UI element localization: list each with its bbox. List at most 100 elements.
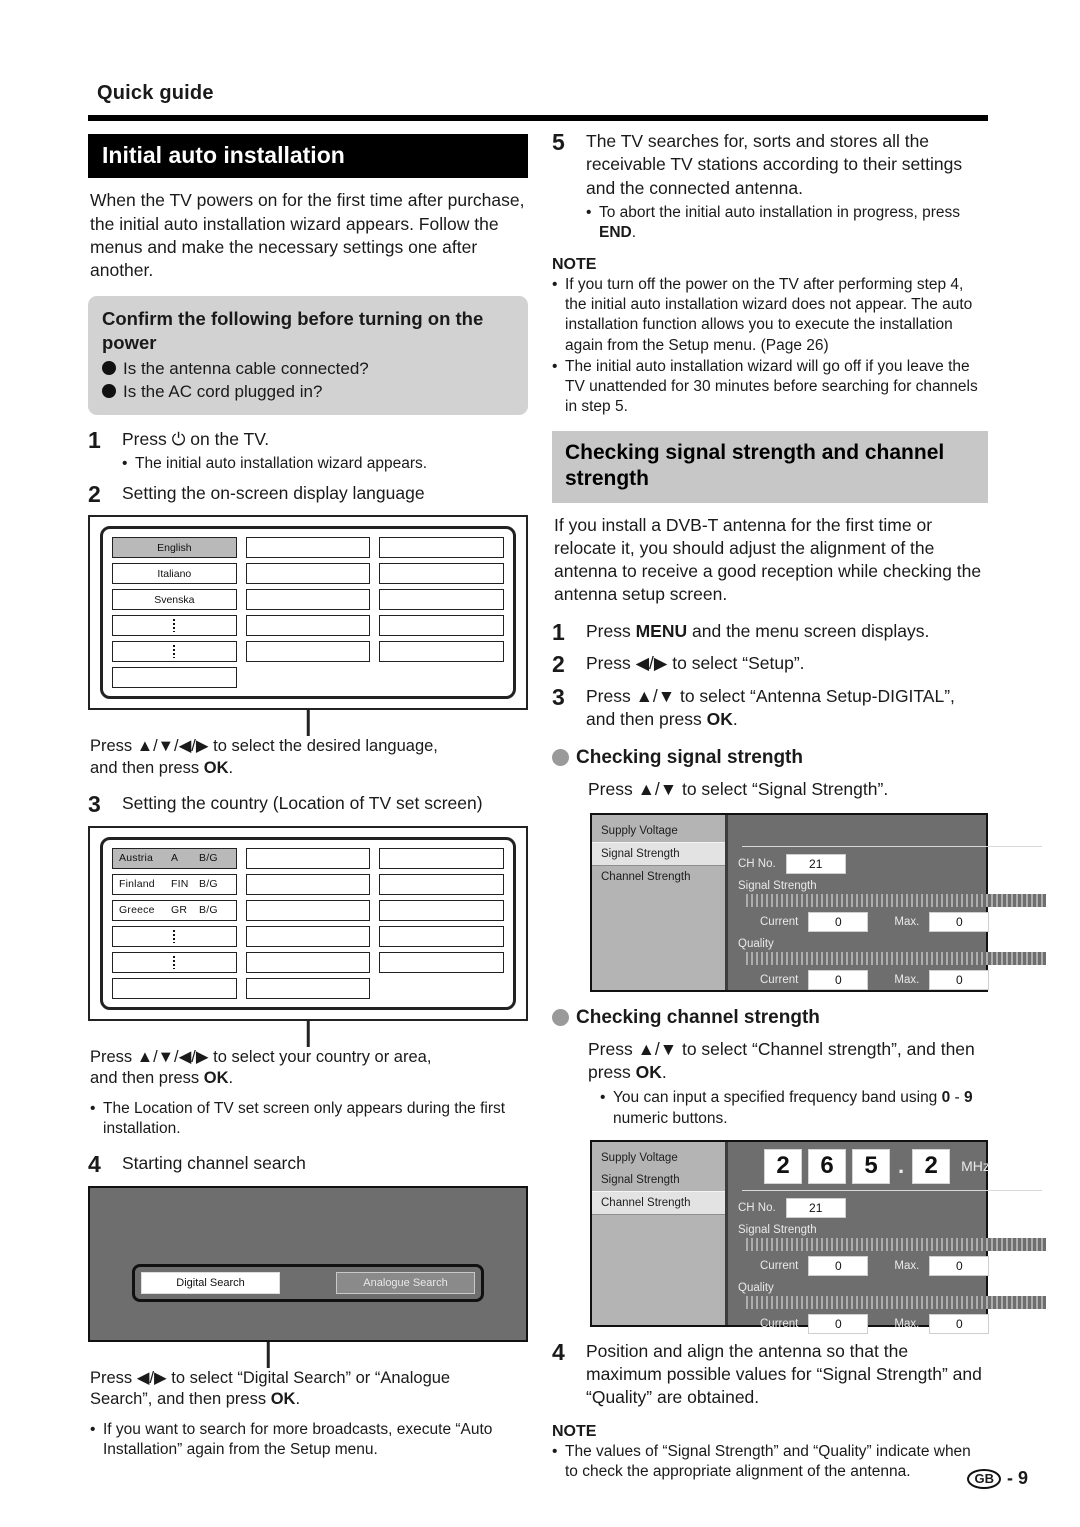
language-option-placeholder[interactable] xyxy=(245,641,371,663)
language-option-placeholder[interactable] xyxy=(379,615,505,637)
country-option-placeholder[interactable] xyxy=(112,951,237,973)
country-bullet: • The Location of TV set screen only app… xyxy=(88,1099,528,1139)
country-option-placeholder[interactable] xyxy=(379,925,505,947)
country-option-placeholder[interactable] xyxy=(245,847,371,869)
bullet-icon: • xyxy=(600,1089,606,1107)
language-option-placeholder[interactable] xyxy=(379,537,505,559)
step-number: 2 xyxy=(88,480,101,507)
country-option-placeholder[interactable] xyxy=(245,925,371,947)
language-option-placeholder[interactable] xyxy=(112,641,237,663)
osd-menu-item-supply-voltage[interactable]: Supply Voltage xyxy=(592,820,725,842)
search-type-bar: Digital Search Analogue Search xyxy=(132,1263,484,1302)
step-number: 3 xyxy=(552,684,565,711)
country-option-placeholder[interactable] xyxy=(379,951,505,973)
country-caption-line2: and then press xyxy=(90,1069,204,1088)
digital-search-button[interactable]: Digital Search xyxy=(141,1271,280,1294)
channel-bullet-text: You can input a specified frequency band… xyxy=(613,1088,988,1128)
language-option-italiano[interactable]: Italiano xyxy=(112,563,237,585)
language-option-placeholder[interactable] xyxy=(379,563,505,585)
channel-bullet-digit-0: 0 xyxy=(941,1089,951,1107)
country-option-placeholder[interactable] xyxy=(379,873,505,895)
language-option-placeholder[interactable] xyxy=(112,615,237,637)
language-option-english[interactable]: English xyxy=(112,537,237,559)
step-text-pre: Press ▲/▼ to select “Antenna Setup-DIGIT… xyxy=(586,686,955,730)
step-body: Position and align the antenna so that t… xyxy=(586,1340,982,1408)
section-title-checking-signal-strength: Checking signal strength and channel str… xyxy=(552,431,988,503)
region-badge: GB xyxy=(967,1468,1001,1489)
country-option-placeholder[interactable] xyxy=(245,977,371,999)
language-screen-inner: English Italiano Svenska xyxy=(100,526,516,700)
osd-menu-item-supply-voltage[interactable]: Supply Voltage xyxy=(592,1147,725,1169)
language-option-placeholder[interactable] xyxy=(245,615,371,637)
tv-screen-mock: Digital Search Analogue Search xyxy=(88,1185,528,1342)
note-item: • The values of “Signal Strength” and “Q… xyxy=(552,1442,988,1482)
country-code: FIN xyxy=(171,878,189,891)
language-option-svenska[interactable]: Svenska xyxy=(112,589,237,611)
frequency-digit-3[interactable]: 5 xyxy=(852,1148,890,1184)
osd-menu-list: Supply Voltage Signal Strength Channel S… xyxy=(592,814,728,990)
step-body: The TV searches for, sorts and stores al… xyxy=(586,130,988,243)
country-option-placeholder[interactable] xyxy=(112,977,237,999)
osd-menu-item-signal-strength[interactable]: Signal Strength xyxy=(592,1169,725,1191)
country-option-placeholder[interactable] xyxy=(379,899,505,921)
language-option-placeholder[interactable] xyxy=(379,589,505,611)
osd-max-value: 0 xyxy=(929,970,990,991)
osd-quality-values-row: Current 0 Max. 0 xyxy=(738,1314,1046,1335)
step-body: Setting the on-screen display language xyxy=(122,482,528,508)
country-option-greece[interactable]: Greece GR B/G xyxy=(112,899,237,921)
bullet-bold-end: END xyxy=(599,223,632,241)
language-caption-line1: Press ▲/▼/◀/▶ to select the desired lang… xyxy=(90,737,438,756)
note-list-1: • If you turn off the power on the TV af… xyxy=(552,275,988,417)
osd-current-value: 0 xyxy=(808,912,869,933)
bullet-circle-icon xyxy=(552,1009,569,1027)
frequency-digit-4[interactable]: 2 xyxy=(912,1148,951,1184)
country-option-austria[interactable]: Austria A B/G xyxy=(112,847,237,869)
language-option-placeholder[interactable] xyxy=(245,537,371,559)
country-option-placeholder[interactable] xyxy=(245,873,371,895)
subhead-checking-signal-strength: Checking signal strength xyxy=(552,747,988,769)
search-caption-period: . xyxy=(295,1390,301,1409)
osd-menu-item-channel-strength[interactable]: Channel Strength xyxy=(592,1190,725,1215)
confirm-callout-heading: Confirm the following before turning on … xyxy=(102,308,484,353)
bullet-icon: • xyxy=(552,357,558,375)
country-name: Greece xyxy=(119,904,155,917)
language-option-placeholder[interactable] xyxy=(379,641,505,663)
analogue-search-button[interactable]: Analogue Search xyxy=(336,1271,475,1294)
country-caption-ok: OK xyxy=(203,1069,229,1088)
step-text-post: . xyxy=(732,709,738,730)
country-caption-period: . xyxy=(228,1069,234,1088)
country-option-placeholder[interactable] xyxy=(112,925,237,947)
country-option-finland[interactable]: Finland FIN B/G xyxy=(112,873,237,895)
language-option-placeholder[interactable] xyxy=(245,589,371,611)
step-number: 1 xyxy=(88,427,101,454)
osd-signal-values-row: Current 0 Max. 0 xyxy=(738,912,1046,933)
bullet-icon: • xyxy=(90,1099,96,1117)
osd-ch-no-value[interactable]: 21 xyxy=(785,854,846,875)
osd-max-value: 0 xyxy=(929,912,990,933)
country-option-placeholder[interactable] xyxy=(245,899,371,921)
step-5: 5 The TV searches for, sorts and stores … xyxy=(552,129,988,243)
section-title-initial-auto-installation: Initial auto installation xyxy=(88,134,528,179)
language-option-placeholder[interactable] xyxy=(112,667,237,689)
right-column: 5 The TV searches for, sorts and stores … xyxy=(552,129,1046,1482)
country-option-placeholder[interactable] xyxy=(245,951,371,973)
frequency-digit-2[interactable]: 6 xyxy=(808,1148,846,1184)
channel-search-screen: Digital Search Analogue Search Press ◀/▶… xyxy=(88,1185,528,1460)
country-screen-inner: Austria A B/G Finland FIN B/G Greece GR B/G xyxy=(100,836,516,1010)
note-item-text: If you turn off the power on the TV afte… xyxy=(565,276,973,354)
osd-menu-item-channel-strength[interactable]: Channel Strength xyxy=(592,866,725,888)
osd-ch-no-label: CH No. xyxy=(738,858,776,871)
osd-quality-label: Quality xyxy=(738,1282,774,1295)
frequency-digit-1[interactable]: 2 xyxy=(764,1148,802,1184)
osd-quality-meter xyxy=(746,952,1046,966)
language-column-3 xyxy=(379,537,505,688)
osd-max-value: 0 xyxy=(929,1256,990,1277)
step-text: The TV searches for, sorts and stores al… xyxy=(586,131,963,198)
country-option-placeholder[interactable] xyxy=(379,847,505,869)
osd-ch-no-value[interactable]: 21 xyxy=(785,1198,846,1219)
osd-menu-item-signal-strength[interactable]: Signal Strength xyxy=(592,841,725,866)
language-option-placeholder[interactable] xyxy=(245,563,371,585)
osd-divider xyxy=(742,1189,1042,1192)
channel-bullet-pre: You can input a specified frequency band… xyxy=(613,1089,942,1107)
bullet-icon: • xyxy=(552,1442,558,1460)
